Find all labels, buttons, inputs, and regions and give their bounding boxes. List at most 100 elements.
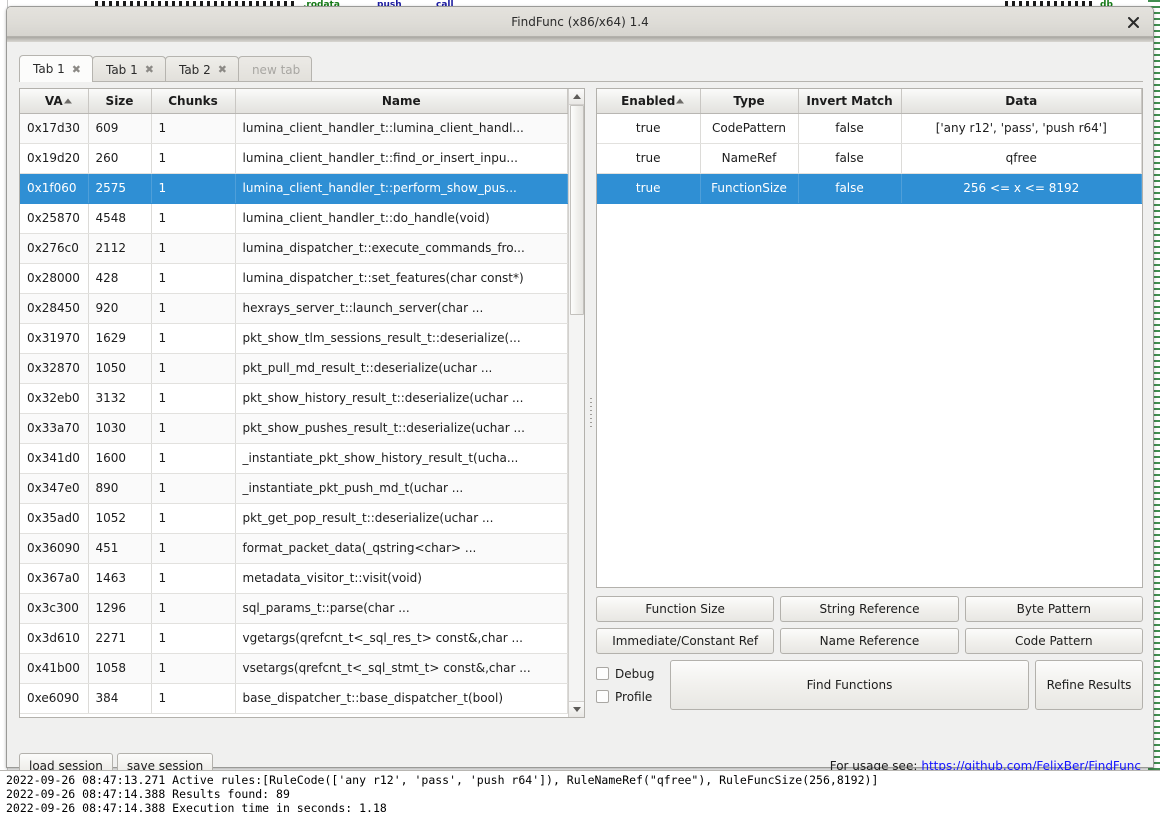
add-byte-pattern-rule-button[interactable]: Byte Pattern <box>965 596 1143 622</box>
results-table-row[interactable]: 0x41b0010581vsetargs(qrefcnt_t<_sql_stmt… <box>20 653 568 683</box>
results-cell-size: 1629 <box>88 323 151 353</box>
debug-checkbox[interactable]: Debug <box>596 667 664 681</box>
results-table-row[interactable]: 0x3d61022711vgetargs(qrefcnt_t<_sql_res_… <box>20 623 568 653</box>
results-cell-name: lumina_client_handler_t::lumina_client_h… <box>235 113 568 143</box>
results-col-chunks[interactable]: Chunks <box>151 89 235 113</box>
results-table-row[interactable]: 0x32eb031321pkt_show_history_result_t::d… <box>20 383 568 413</box>
rules-col-invert[interactable]: Invert Match <box>798 89 901 113</box>
results-table-row[interactable]: 0x2587045481lumina_client_handler_t::do_… <box>20 203 568 233</box>
rules-table-filler <box>597 203 1142 583</box>
results-table-row[interactable]: 0x3287010501pkt_pull_md_result_t::deseri… <box>20 353 568 383</box>
add-code-pattern-rule-button[interactable]: Code Pattern <box>965 628 1143 654</box>
results-cell-va: 0xe6090 <box>20 683 88 713</box>
results-cell-va: 0x41b00 <box>20 653 88 683</box>
results-cell-name: pkt_get_pop_result_t::deserialize(uchar … <box>235 503 568 533</box>
add-function-size-rule-button[interactable]: Function Size <box>596 596 774 622</box>
add-name-reference-rule-button[interactable]: Name Reference <box>780 628 958 654</box>
results-table-row[interactable]: 0x3c30012961sql_params_t::parse(char ... <box>20 593 568 623</box>
debug-checkbox-box[interactable] <box>596 667 609 680</box>
results-col-name[interactable]: Name <box>235 89 568 113</box>
rules-cell-type: NameRef <box>700 143 798 173</box>
results-cell-va: 0x32eb0 <box>20 383 88 413</box>
rules-cell-data: ['any r12', 'pass', 'push r64'] <box>901 113 1142 143</box>
tab-tab2[interactable]: Tab 2 ✖ <box>165 56 239 82</box>
tab-close-icon[interactable]: ✖ <box>145 64 154 75</box>
results-table-row[interactable]: 0x276c021121lumina_dispatcher_t::execute… <box>20 233 568 263</box>
rules-table-container: Enabled Type Invert Match Data trueCodeP… <box>596 88 1143 588</box>
results-table-row[interactable]: 0x341d016001_instantiate_pkt_show_histor… <box>20 443 568 473</box>
debug-checkbox-label: Debug <box>615 667 654 681</box>
new-tab-button[interactable]: new tab <box>238 56 312 82</box>
tab-close-icon[interactable]: ✖ <box>72 64 81 75</box>
add-immediate-constant-ref-rule-button[interactable]: Immediate/Constant Ref <box>596 628 774 654</box>
results-table-row[interactable]: 0x33a7010301pkt_show_pushes_result_t::de… <box>20 413 568 443</box>
results-cell-name: _instantiate_pkt_show_history_result_t(u… <box>235 443 568 473</box>
results-cell-size: 2112 <box>88 233 151 263</box>
results-cell-size: 890 <box>88 473 151 503</box>
results-cell-va: 0x1f060 <box>20 173 88 203</box>
add-string-reference-rule-button[interactable]: String Reference <box>780 596 958 622</box>
rules-col-data[interactable]: Data <box>901 89 1142 113</box>
rules-col-type[interactable]: Type <box>700 89 798 113</box>
results-cell-va: 0x36090 <box>20 533 88 563</box>
results-table-row[interactable]: 0x347e08901_instantiate_pkt_push_md_t(uc… <box>20 473 568 503</box>
results-table-row[interactable]: 0xe60903841base_dispatcher_t::base_dispa… <box>20 683 568 713</box>
scrollbar-thumb[interactable] <box>570 105 584 315</box>
new-tab-label: new tab <box>252 63 300 77</box>
tabbar: Tab 1 ✖ Tab 1 ✖ Tab 2 ✖ new tab <box>19 55 311 82</box>
results-cell-chunks: 1 <box>151 323 235 353</box>
results-table-row[interactable]: 0x19d202601lumina_client_handler_t::find… <box>20 143 568 173</box>
rules-cell-data: qfree <box>901 143 1142 173</box>
scroll-up-icon[interactable] <box>569 89 585 105</box>
results-table-row[interactable]: 0x280004281lumina_dispatcher_t::set_feat… <box>20 263 568 293</box>
results-table-row[interactable]: 0x284509201hexrays_server_t::launch_serv… <box>20 293 568 323</box>
tab-close-icon[interactable]: ✖ <box>218 64 227 75</box>
results-col-size[interactable]: Size <box>88 89 151 113</box>
results-table-row[interactable]: 0x360904511format_packet_data(_qstring<c… <box>20 533 568 563</box>
tab-underline <box>19 81 1143 82</box>
results-cell-size: 1052 <box>88 503 151 533</box>
results-table-row[interactable]: 0x17d306091lumina_client_handler_t::lumi… <box>20 113 568 143</box>
rules-table-row[interactable]: trueCodePatternfalse['any r12', 'pass', … <box>597 113 1142 143</box>
results-table-row[interactable]: 0x3197016291pkt_show_tlm_sessions_result… <box>20 323 568 353</box>
results-cell-va: 0x32870 <box>20 353 88 383</box>
results-cell-chunks: 1 <box>151 473 235 503</box>
results-table-row[interactable]: 0x1f06025751lumina_client_handler_t::per… <box>20 173 568 203</box>
scroll-down-icon[interactable] <box>569 701 585 717</box>
results-cell-name: lumina_client_handler_t::perform_show_pu… <box>235 173 568 203</box>
option-checkboxes: Debug Profile <box>596 660 664 710</box>
results-cell-chunks: 1 <box>151 203 235 233</box>
results-cell-size: 920 <box>88 293 151 323</box>
results-cell-va: 0x28450 <box>20 293 88 323</box>
find-functions-button[interactable]: Find Functions <box>670 660 1029 710</box>
profile-checkbox-box[interactable] <box>596 690 609 703</box>
results-cell-size: 1050 <box>88 353 151 383</box>
results-cell-va: 0x35ad0 <box>20 503 88 533</box>
profile-checkbox[interactable]: Profile <box>596 690 664 704</box>
results-cell-size: 428 <box>88 263 151 293</box>
sort-ascending-icon <box>676 98 684 103</box>
results-table-row[interactable]: 0x367a014631metadata_visitor_t::visit(vo… <box>20 563 568 593</box>
rules-table-row[interactable]: trueFunctionSizefalse256 <= x <= 8192 <box>597 173 1142 203</box>
results-table-row[interactable]: 0x35ad010521pkt_get_pop_result_t::deseri… <box>20 503 568 533</box>
results-cell-name: vsetargs(qrefcnt_t<_sql_stmt_t> const&,c… <box>235 653 568 683</box>
rules-table-header-row: Enabled Type Invert Match Data <box>597 89 1142 113</box>
window-title: FindFunc (x86/x64) 1.4 <box>511 15 649 29</box>
rules-col-enabled[interactable]: Enabled <box>597 89 700 113</box>
tab-tab1-second[interactable]: Tab 1 ✖ <box>92 56 166 82</box>
results-cell-name: _instantiate_pkt_push_md_t(uchar ... <box>235 473 568 503</box>
results-cell-va: 0x33a70 <box>20 413 88 443</box>
rules-table-row[interactable]: trueNameReffalseqfree <box>597 143 1142 173</box>
refine-results-button[interactable]: Refine Results <box>1035 660 1143 710</box>
close-icon[interactable] <box>1119 11 1147 33</box>
scrollbar-track[interactable] <box>569 105 585 701</box>
tab-tab1-active[interactable]: Tab 1 ✖ <box>19 55 93 82</box>
results-cell-chunks: 1 <box>151 413 235 443</box>
results-col-va[interactable]: VA <box>20 89 88 113</box>
rules-cell-enabled: true <box>597 113 700 143</box>
results-cell-name: metadata_visitor_t::visit(void) <box>235 563 568 593</box>
rules-table: Enabled Type Invert Match Data trueCodeP… <box>597 89 1142 583</box>
pane-splitter[interactable] <box>585 88 596 738</box>
results-vertical-scrollbar[interactable] <box>568 89 584 717</box>
results-cell-chunks: 1 <box>151 683 235 713</box>
